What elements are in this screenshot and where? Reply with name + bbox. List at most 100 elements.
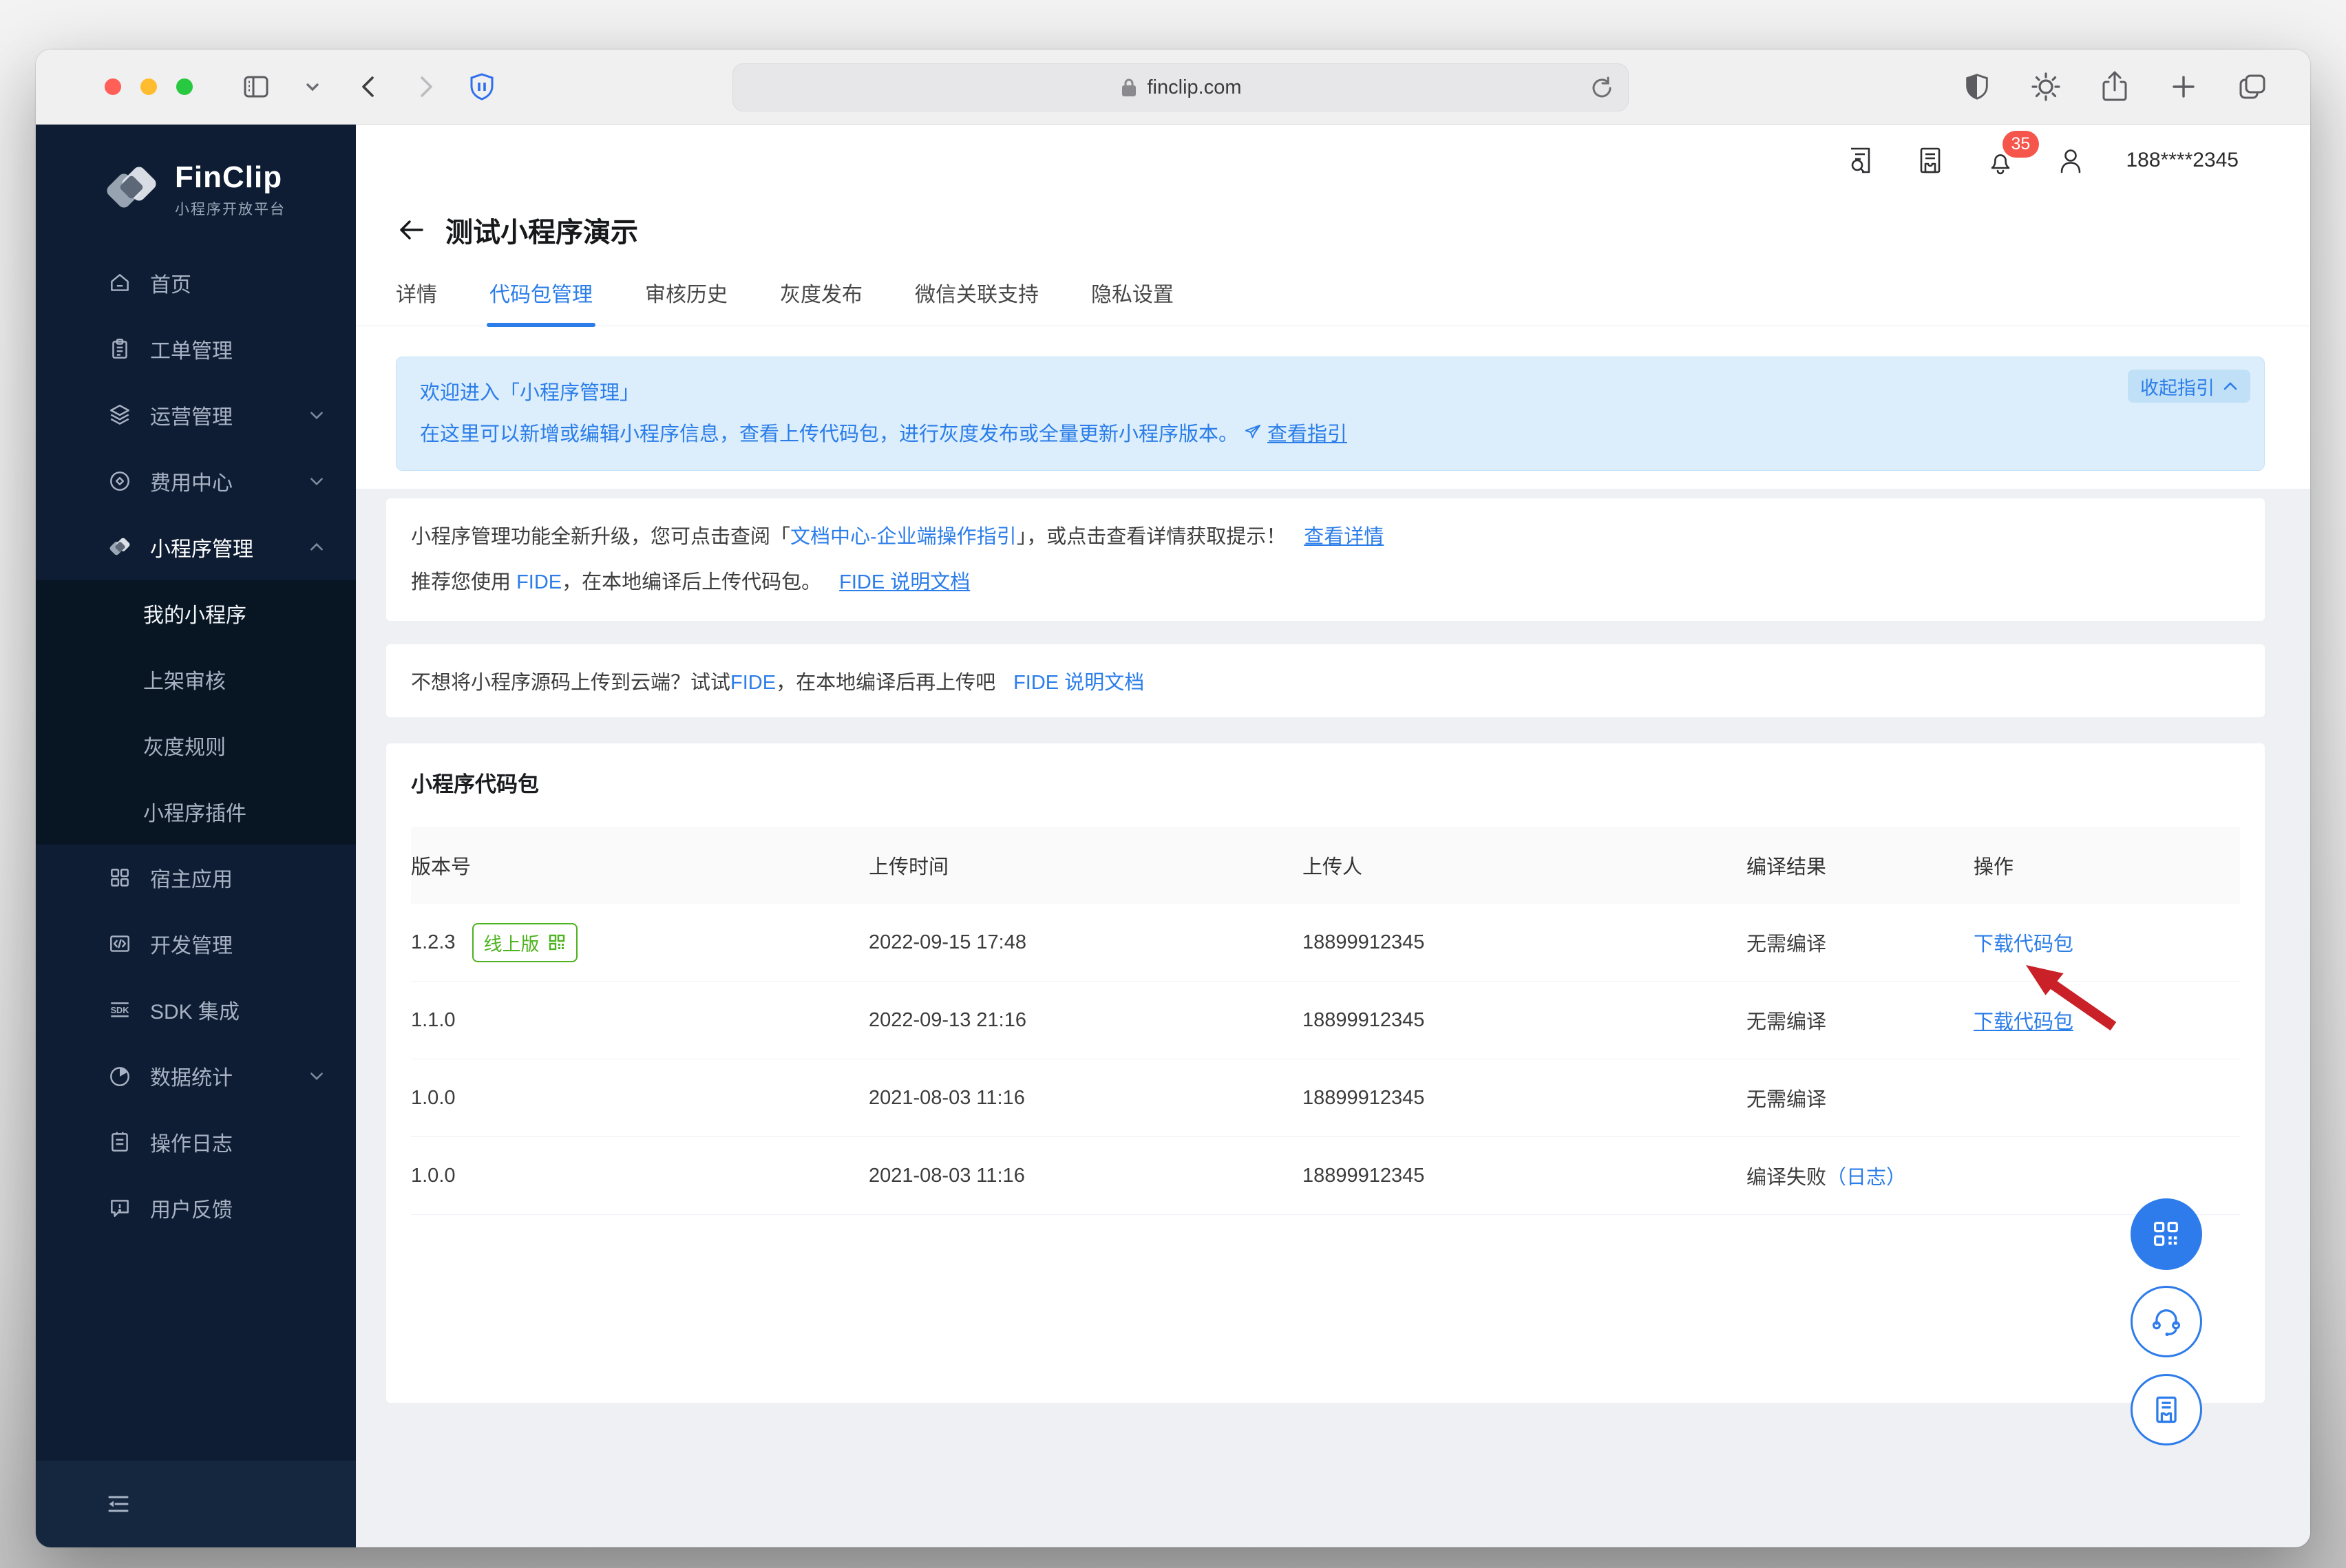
tab-privacy-settings[interactable]: 隐私设置 — [1091, 277, 1174, 326]
compile-result-cell: 无需编译 — [1746, 1011, 1827, 1033]
home-icon — [111, 274, 129, 291]
minimize-window-button[interactable] — [140, 78, 157, 95]
tab-package-management[interactable]: 代码包管理 — [487, 277, 595, 327]
qr-preview-button[interactable] — [2131, 1198, 2202, 1270]
uploader-cell: 18899912345 — [1302, 1086, 1425, 1109]
download-package-link[interactable]: 下载代码包 — [1974, 933, 2073, 955]
chevron-up-icon — [2223, 382, 2237, 390]
address-bar[interactable]: finclip.com — [732, 63, 1629, 112]
doc-center-guide-link[interactable]: 文档中心-企业端操作指引 — [790, 526, 1017, 548]
chevron-down-icon — [310, 1072, 323, 1081]
notification-bell[interactable]: 35 — [1985, 131, 2040, 176]
sidebar-item-dev-management[interactable]: 开发管理 — [36, 911, 356, 977]
new-tab-icon[interactable] — [2164, 67, 2203, 106]
table-row: 1.1.0 2022-09-13 21:16 18899912345 无需编译 … — [411, 982, 2240, 1059]
submenu-item-my-miniprograms[interactable]: 我的小程序 — [36, 580, 356, 646]
submenu-item-label: 我的小程序 — [143, 604, 246, 627]
support-button[interactable] — [2131, 1286, 2202, 1357]
lock-icon — [1121, 78, 1136, 96]
doc-list-icon[interactable] — [1914, 145, 1946, 176]
user-menu[interactable] — [2055, 145, 2086, 176]
compile-result-cell: 编译失败 — [1746, 1167, 1827, 1189]
guide-banner: 欢迎进入「小程序管理」 在这里可以新增或编辑小程序信息，查看上传代码包，进行灰度… — [396, 357, 2265, 471]
clipboard-icon — [112, 339, 127, 359]
chevron-up-icon — [310, 542, 323, 551]
sidebar-item-host-apps[interactable]: 宿主应用 — [36, 845, 356, 911]
view-details-link[interactable]: 查看详情 — [1304, 526, 1384, 548]
online-badge-label: 线上版 — [483, 933, 540, 955]
upgrade-notice-card: 小程序管理功能全新升级，您可点击查阅「文档中心-企业端操作指引」，或点击查看详情… — [386, 498, 2265, 621]
table-row: 1.0.0 2021-08-03 11:16 18899912345 无需编译 — [411, 1059, 2240, 1137]
chevron-down-icon — [310, 412, 323, 420]
share-icon[interactable] — [2095, 67, 2134, 106]
sidebar-item-user-feedback[interactable]: 用户反馈 — [36, 1175, 356, 1241]
notice-text: ，在本地编译后上传代码包。 — [562, 571, 822, 593]
compile-log-link[interactable]: （日志） — [1826, 1167, 1906, 1189]
sidebar-item-miniprogram-management[interactable]: 小程序管理 — [36, 514, 356, 580]
finclip-logo-icon — [107, 167, 156, 208]
submenu-item-label: 上架审核 — [143, 670, 226, 693]
settings-gear-icon[interactable] — [2027, 67, 2065, 106]
fide-doc-link[interactable]: FIDE 说明文档 — [839, 571, 970, 593]
finclip-logo[interactable]: FinClip 小程序开放平台 — [36, 125, 356, 220]
tab-review-history[interactable]: 审核历史 — [645, 277, 728, 326]
sidebar-item-billing[interactable]: 费用中心 — [36, 448, 356, 514]
detail-tabs: 详情 代码包管理 审核历史 灰度发布 微信关联支持 隐私设置 — [356, 277, 2310, 327]
qr-code-icon — [2154, 1222, 2178, 1246]
submenu-item-gray-rules[interactable]: 灰度规则 — [36, 712, 356, 778]
sidebar-chevron-icon[interactable] — [293, 67, 332, 106]
page-title: 测试小程序演示 — [445, 218, 638, 248]
forward-button[interactable] — [406, 67, 445, 106]
desktop: finclip.com FinClip 小程序开放平台 首页 工单管理 运营管理… — [0, 0, 2346, 1568]
sidebar-item-operation-logs[interactable]: 操作日志 — [36, 1109, 356, 1175]
submenu-item-listing-review[interactable]: 上架审核 — [36, 646, 356, 712]
sidebar-item-label: 数据统计 — [150, 1067, 233, 1090]
submenu-item-plugins[interactable]: 小程序插件 — [36, 778, 356, 845]
submenu-item-label: 小程序插件 — [143, 803, 246, 825]
chevron-down-icon — [310, 478, 323, 486]
fide-doc-link[interactable]: FIDE 说明文档 — [1013, 672, 1144, 694]
zoom-window-button[interactable] — [176, 78, 193, 95]
tab-wechat-association[interactable]: 微信关联支持 — [915, 277, 1039, 326]
uploader-cell: 18899912345 — [1302, 1008, 1425, 1031]
view-guide-link[interactable]: 查看指引 — [1267, 418, 1347, 447]
notice-text: 」，或点击查看详情获取提示！ — [1016, 526, 1287, 548]
sidebar-item-label: SDK 集成 — [150, 1001, 240, 1024]
headset-icon — [2152, 1309, 2181, 1337]
table-header-row: 版本号 上传时间 上传人 编译结果 操作 — [411, 827, 2240, 904]
notice-text: 推荐您使用 — [411, 571, 517, 593]
sidebar-item-operations[interactable]: 运营管理 — [36, 382, 356, 448]
shield-half-icon[interactable] — [1958, 67, 1996, 106]
tab-gray-release[interactable]: 灰度发布 — [780, 277, 863, 326]
back-button[interactable] — [350, 67, 388, 106]
sidebar: FinClip 小程序开放平台 首页 工单管理 运营管理 费用中心 小程序管理 … — [36, 125, 356, 1547]
sidebar-item-data-statistics[interactable]: 数据统计 — [36, 1043, 356, 1109]
user-phone[interactable]: 188****2345 — [2126, 149, 2239, 172]
back-arrow-icon[interactable] — [396, 216, 426, 244]
submenu-item-label: 灰度规则 — [143, 737, 226, 759]
close-window-button[interactable] — [105, 78, 121, 95]
reload-button[interactable] — [1588, 74, 1616, 101]
collapse-sidebar-icon[interactable] — [105, 1492, 132, 1516]
fide-link[interactable]: FIDE — [730, 672, 776, 694]
layers-icon — [110, 405, 129, 425]
privacy-shield-icon[interactable] — [463, 67, 501, 106]
sidebar-item-home[interactable]: 首页 — [36, 250, 356, 316]
fide-link[interactable]: FIDE — [516, 571, 562, 593]
package-list-card: 小程序代码包 版本号 上传时间 上传人 编译结果 操作 1.2.3 线上版 20… — [386, 743, 2265, 1403]
download-package-link[interactable]: 下载代码包 — [1974, 1011, 2073, 1033]
tab-details[interactable]: 详情 — [396, 277, 437, 326]
online-version-badge[interactable]: 线上版 — [472, 922, 578, 962]
collapse-guide-button[interactable]: 收起指引 — [2128, 370, 2250, 403]
sidebar-toggle-icon[interactable] — [237, 67, 275, 106]
tabs-overview-icon[interactable] — [2233, 67, 2272, 106]
version-cell: 1.0.0 — [411, 1086, 456, 1109]
doc-search-icon[interactable] — [1844, 145, 1876, 176]
sidebar-item-tickets[interactable]: 工单管理 — [36, 316, 356, 382]
column-header: 上传人 — [1302, 856, 1363, 878]
uploader-cell: 18899912345 — [1302, 931, 1425, 953]
documentation-button[interactable] — [2131, 1374, 2202, 1445]
collapse-guide-label: 收起指引 — [2140, 377, 2215, 399]
sidebar-item-sdk-integration[interactable]: SDK SDK 集成 — [36, 977, 356, 1043]
fide-notice-card: 不想将小程序源码上传到云端？试试FIDE，在本地编译后再上传吧 FIDE 说明文档 — [386, 644, 2265, 717]
